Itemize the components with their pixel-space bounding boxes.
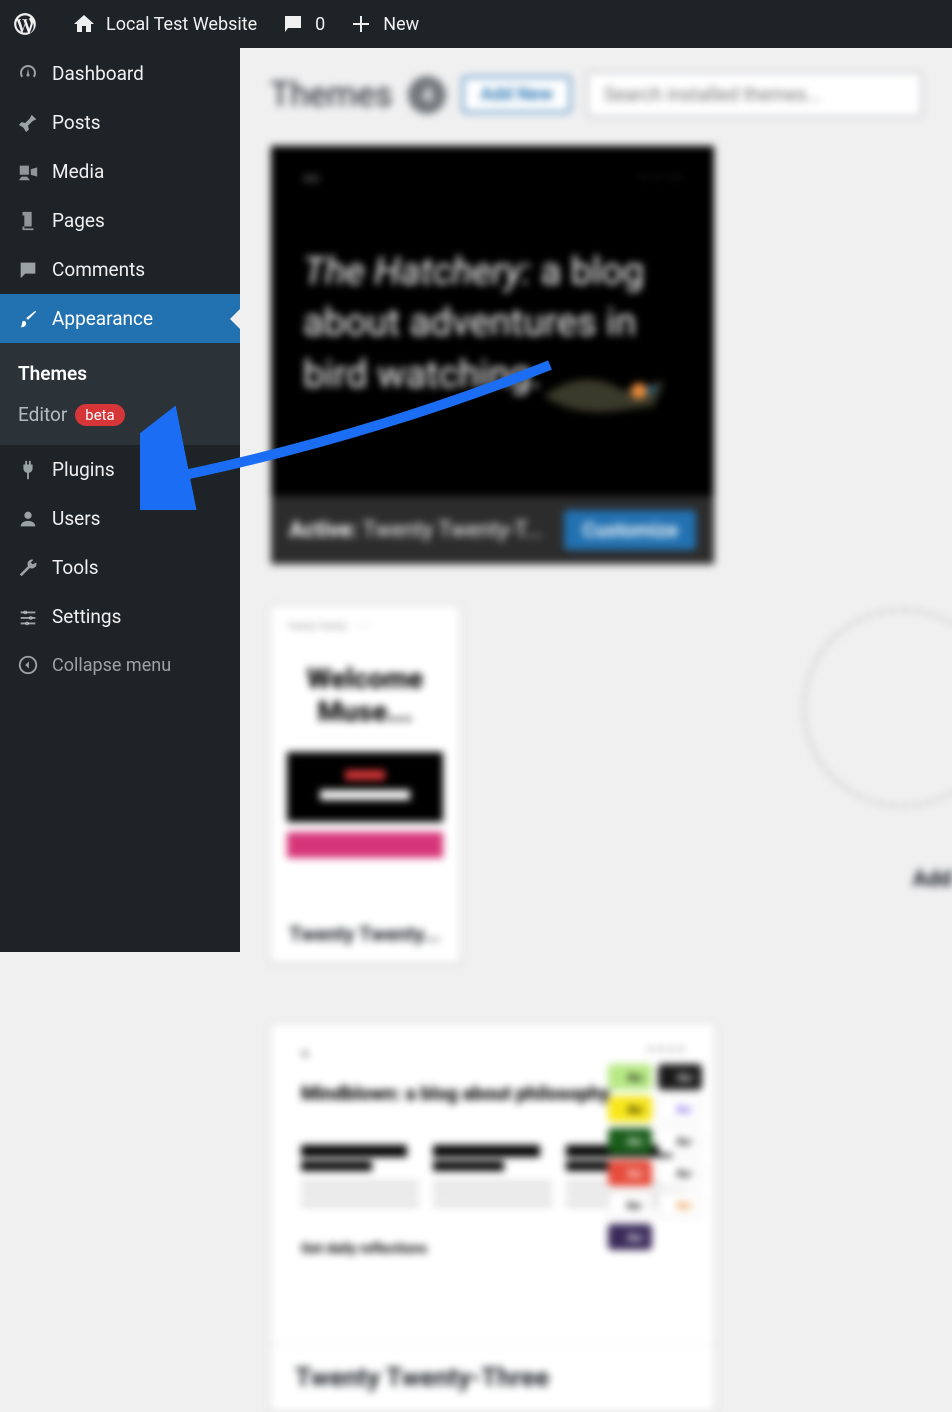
new-link[interactable]: New (349, 12, 419, 36)
sidebar-label: Tools (52, 556, 99, 579)
admin-sidebar: Dashboard Posts Media Pages Comments App… (0, 48, 240, 952)
appearance-submenu: Themes Editor beta (0, 343, 240, 445)
submenu-item-editor[interactable]: Editor beta (0, 394, 240, 435)
submenu-item-themes[interactable]: Themes (0, 353, 240, 394)
wordpress-icon (12, 11, 38, 37)
theme-card-active[interactable]: ≡≡··· ··· ···· The Hatchery: a blog abou… (270, 145, 715, 565)
dashboard-icon (14, 61, 42, 85)
site-link[interactable]: Local Test Website (72, 12, 257, 36)
theme-name: Twenty Twenty... (271, 906, 459, 962)
theme-card[interactable]: Twenty Twenty ········ Welcome Muse... T… (270, 605, 460, 963)
add-theme-label: Add (912, 867, 952, 892)
theme-count: 4 (408, 76, 446, 114)
sidebar-label: Plugins (52, 458, 115, 481)
sidebar-label: Settings (52, 605, 121, 628)
pushpin-icon (14, 112, 42, 134)
sidebar-item-settings[interactable]: Settings (0, 592, 240, 641)
comments-link[interactable]: 0 (281, 12, 325, 36)
wp-logo[interactable] (12, 11, 48, 37)
theme-card[interactable]: ≡ Mindblown: a blog about philosophy. Ge… (270, 1023, 715, 1412)
sidebar-item-tools[interactable]: Tools (0, 543, 240, 592)
sidebar-label: Pages (52, 209, 105, 232)
comment-icon (14, 259, 42, 281)
plugin-icon (14, 459, 42, 481)
theme-screenshot: ≡≡··· ··· ···· The Hatchery: a blog abou… (271, 146, 714, 496)
sidebar-label: Collapse menu (52, 655, 171, 676)
new-label: New (383, 14, 419, 35)
submenu-label: Themes (18, 362, 87, 385)
theme-footer: Active: Twenty Twenty-T... Customize (271, 496, 714, 564)
sidebar-item-posts[interactable]: Posts (0, 98, 240, 147)
sidebar-label: Users (52, 507, 100, 530)
media-icon (14, 161, 42, 183)
comment-icon (281, 12, 305, 36)
customize-button[interactable]: Customize (564, 510, 696, 550)
search-input[interactable] (587, 72, 922, 117)
theme-screenshot: Twenty Twenty ········ Welcome Muse... (271, 606, 459, 906)
sidebar-item-plugins[interactable]: Plugins (0, 445, 240, 494)
sidebar-collapse[interactable]: Collapse menu (0, 641, 240, 689)
sliders-icon (14, 606, 42, 628)
site-name: Local Test Website (106, 14, 257, 35)
user-icon (14, 508, 42, 530)
plus-icon (349, 12, 373, 36)
sidebar-item-appearance[interactable]: Appearance (0, 294, 240, 343)
sidebar-label: Media (52, 160, 104, 183)
theme-name: Twenty Twenty-Three (271, 1344, 714, 1411)
add-new-button[interactable]: Add New (462, 76, 570, 113)
beta-badge: beta (75, 404, 124, 426)
home-icon (72, 12, 96, 36)
sidebar-item-media[interactable]: Media (0, 147, 240, 196)
sidebar-item-dashboard[interactable]: Dashboard (0, 48, 240, 98)
submenu-label: Editor (18, 403, 67, 426)
theme-screenshot: ≡ Mindblown: a blog about philosophy. Ge… (271, 1024, 714, 1344)
wrench-icon (14, 557, 42, 579)
page-title: Themes (270, 75, 392, 115)
sidebar-item-pages[interactable]: Pages (0, 196, 240, 245)
sidebar-label: Appearance (52, 307, 153, 330)
comments-count: 0 (315, 14, 325, 35)
sidebar-item-users[interactable]: Users (0, 494, 240, 543)
pages-icon (14, 210, 42, 232)
sidebar-item-comments[interactable]: Comments (0, 245, 240, 294)
sidebar-label: Posts (52, 111, 101, 134)
sidebar-label: Comments (52, 258, 145, 281)
themes-page: Themes 4 Add New ≡≡··· ··· ···· The Hatc… (240, 48, 952, 952)
collapse-icon (14, 654, 42, 676)
brush-icon (14, 308, 42, 330)
sidebar-label: Dashboard (52, 62, 144, 85)
